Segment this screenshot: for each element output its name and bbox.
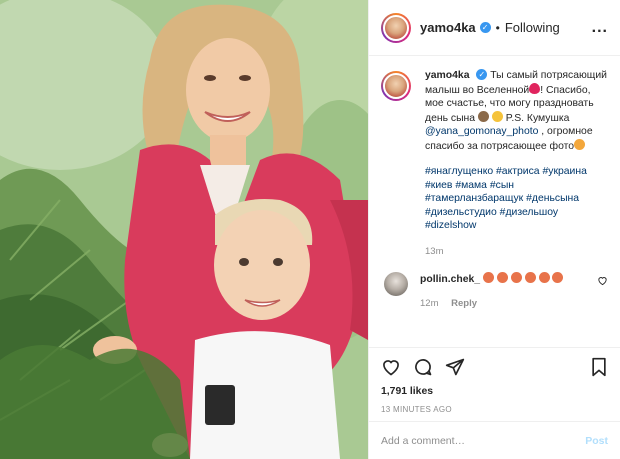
commenter-avatar[interactable] [384,272,408,296]
bookmark-icon[interactable] [590,357,608,377]
hashtag[interactable]: #киев [425,180,452,191]
heart-eyes-emoji-icon [538,272,550,283]
heart-eyes-emoji-icon [510,272,522,283]
comment-meta: 12m Reply [420,297,597,311]
photo-illustration [0,0,368,459]
add-comment-input[interactable] [381,434,586,447]
caption-timestamp[interactable]: 13m [425,245,608,259]
action-bar [381,354,608,380]
comment-timestamp[interactable]: 12m [420,298,438,309]
heart-eyes-emoji-icon [496,272,508,283]
actions-section: 1,791 likes 13 MINUTES AGO [369,347,620,414]
heart-icon[interactable] [381,357,401,377]
commenter-username[interactable]: pollin.chek_ [420,274,480,285]
heart-eyes-emoji-icon [524,272,536,283]
caption-text: yamo4ka ✓ Ты самый потрясающий малыш во … [425,69,608,258]
like-comment-icon[interactable] [597,275,608,289]
hashtag[interactable]: #янаглущенко [425,166,493,177]
hashtag-list: #янаглущенко #актриса #украина #киев #ма… [425,165,608,233]
heart-eyes-emoji-icon [482,272,494,283]
hashtag[interactable]: #деньсына [526,193,579,204]
author-avatar[interactable] [381,12,411,43]
likes-count[interactable]: 1,791 likes [381,386,608,397]
nerd-face-emoji-icon [491,110,503,122]
broken-heart-emoji-icon [529,82,541,94]
hashtag[interactable]: #мама [455,180,487,191]
add-comment-bar: Post [369,421,620,459]
caption-avatar[interactable] [381,71,411,101]
hashtag[interactable]: #сын [490,180,514,191]
comment-icon[interactable] [413,357,433,377]
caption-line2-end: P.S. Кумушка [502,112,570,124]
post-panel: yamo4ka ✓ • Following ... yamo4ka ✓ Ты с… [368,0,620,459]
hashtag[interactable]: #дизельшоу [500,207,558,218]
mention-link[interactable]: @yana_gomonay_photo [425,126,538,137]
posted-time[interactable]: 13 MINUTES AGO [381,405,608,414]
post-photo[interactable] [0,0,368,459]
comment-body: pollin.chek_ 12m Reply [420,272,597,311]
party-popper-emoji-icon [477,110,489,122]
flushed-face-emoji-icon [574,138,586,150]
hashtag[interactable]: #дизельстудио [425,207,497,218]
comments-section[interactable]: yamo4ka ✓ Ты самый потрясающий малыш во … [369,57,620,347]
comment-row: pollin.chek_ 12m Reply [381,272,608,311]
author-username[interactable]: yamo4ka [420,20,476,35]
hashtag[interactable]: #тамерланзбаращук [425,193,523,204]
reply-button[interactable]: Reply [451,298,477,309]
post-comment-button[interactable]: Post [585,435,608,447]
heart-eyes-emoji-icon [552,272,564,283]
caption-row: yamo4ka ✓ Ты самый потрясающий малыш во … [381,69,608,258]
post-header: yamo4ka ✓ • Following ... [369,0,620,56]
share-icon[interactable] [445,357,465,377]
verified-icon: ✓ [479,22,491,33]
more-icon[interactable]: ... [592,19,608,37]
verified-icon: ✓ [476,69,488,81]
hashtag[interactable]: #украина [542,166,586,177]
caption-username[interactable]: yamo4ka [425,70,469,81]
caption-line1-end: ! [540,84,544,96]
hashtag[interactable]: #актриса [496,166,540,177]
following-button[interactable]: Following [505,20,560,35]
separator-dot: • [495,20,500,35]
hashtag[interactable]: #dizelshow [425,220,476,231]
